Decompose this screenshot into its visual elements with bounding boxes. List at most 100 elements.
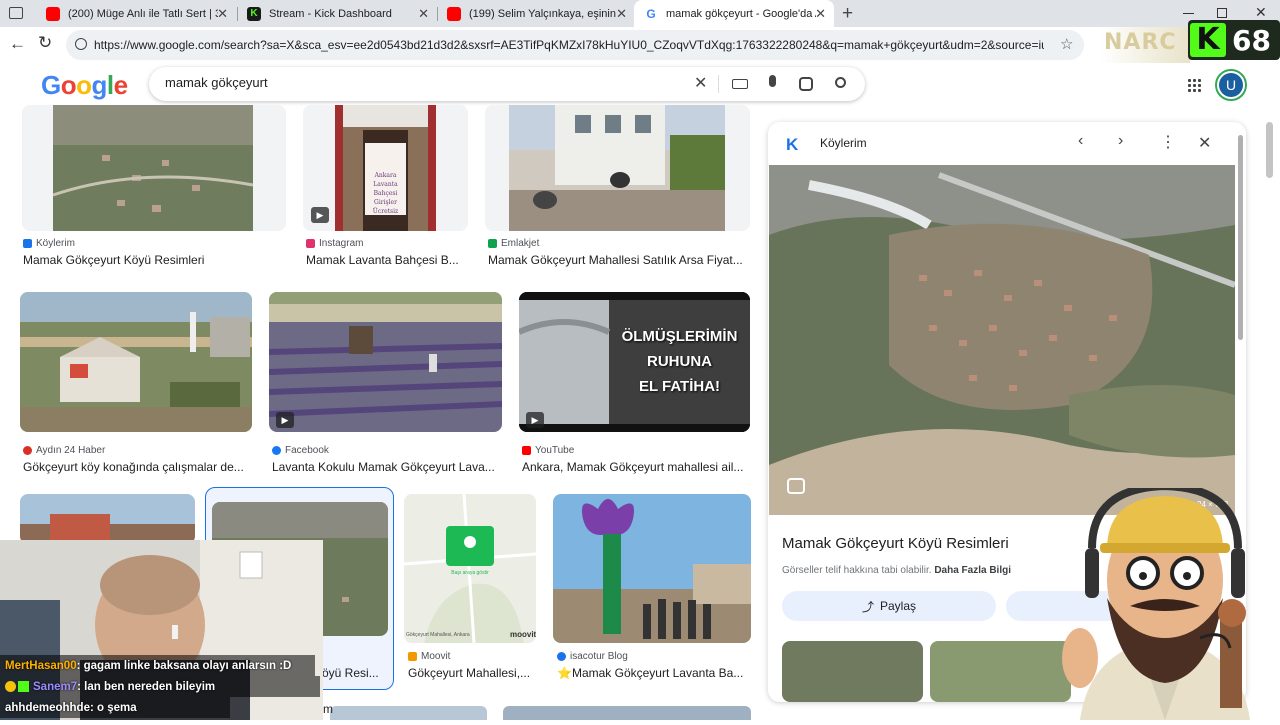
result-source[interactable]: Emlakjet <box>488 238 539 249</box>
close-tab-icon[interactable]: ✕ <box>815 6 826 22</box>
result-source[interactable]: Köylerim <box>23 238 75 249</box>
result-title[interactable]: Mamak Lavanta Bahçesi B... <box>306 253 466 267</box>
youtube-favicon-icon <box>447 6 461 21</box>
previous-icon[interactable]: ‹ <box>1078 132 1083 150</box>
play-icon: ▶ <box>276 412 294 428</box>
video-overlay-text: ÖLMÜŞLERİMİN RUHUNA EL FATİHA! <box>621 328 738 395</box>
facebook-icon <box>272 446 281 455</box>
streamer-avatar-overlay <box>1050 481 1280 720</box>
stream-chat-overlay: MertHasan00: gagam linke baksana olayı a… <box>0 655 430 718</box>
chat-message: ahhdemeohhde: o şema <box>0 697 230 718</box>
google-favicon-icon: G <box>644 6 658 21</box>
site-info-icon[interactable] <box>75 38 87 50</box>
result-title[interactable]: Lavanta Kokulu Mamak Gökçeyurt Lava... <box>272 460 500 474</box>
next-icon[interactable]: › <box>1118 132 1123 150</box>
result-title[interactable]: ⭐Mamak Gökçeyurt Lavanta Ba... <box>557 666 749 680</box>
result-image-koylerim[interactable] <box>22 105 286 231</box>
result-title[interactable]: Ankara, Mamak Gökçeyurt mahallesi ail... <box>522 460 748 474</box>
result-source[interactable]: isacotur Blog <box>557 651 628 662</box>
browser-toolbar: ← ↻ https://www.google.com/search?sa=X&s… <box>0 20 1280 63</box>
close-window-icon[interactable]: ✕ <box>1255 4 1267 21</box>
moovit-logo: moovit <box>510 630 536 639</box>
youtube-favicon-icon <box>46 6 60 21</box>
result-image-moovit[interactable]: Başı araya göstir Gökçeyurt Mahallesi, A… <box>404 494 536 643</box>
map-button-label: Başı araya göstir <box>451 570 489 576</box>
bookmark-star-icon[interactable]: ☆ <box>1060 35 1073 53</box>
map-attribution: Gökçeyurt Mahallesi, Ankara <box>406 632 470 638</box>
result-image-instagram[interactable]: Ankara Lavanta Bahçesi Girişler Ücretsiz ▶ <box>303 105 468 231</box>
chat-message: Sanem7: lan ben nereden bileyim <box>0 676 320 697</box>
play-icon: ▶ <box>311 207 329 223</box>
preview-image[interactable]: 24 × 768 <box>769 165 1235 515</box>
tab-search-icon[interactable] <box>9 7 23 19</box>
kick-logo-icon: K <box>1190 23 1226 57</box>
aydin24-icon <box>23 446 32 455</box>
new-tab-button[interactable]: + <box>842 3 853 25</box>
result-image-facebook[interactable]: ▶ <box>269 292 502 432</box>
koylerim-icon <box>23 239 32 248</box>
minimize-icon[interactable] <box>1183 13 1194 14</box>
result-image-isacotur[interactable] <box>553 494 751 643</box>
close-tab-icon[interactable]: ✕ <box>616 6 627 22</box>
reload-icon[interactable]: ↻ <box>38 33 52 53</box>
result-image-youtube[interactable]: ÖLMÜŞLERİMİN RUHUNA EL FATİHA! ▶ <box>519 292 750 432</box>
tab-google-search[interactable]: G mamak gökçeyurt - Google'da Ar ✕ <box>634 0 834 27</box>
more-options-icon[interactable]: ⋮ <box>1160 132 1176 152</box>
subscriber-badge-icon <box>5 681 16 692</box>
close-icon[interactable]: ✕ <box>1198 133 1211 153</box>
browser-tab-strip: (200) Müge Anlı ile Tatlı Sert | 3 H ✕ K… <box>0 0 1280 27</box>
clear-search-icon[interactable]: ✕ <box>694 73 707 93</box>
kick-viewer-badge: K 68 <box>1188 20 1280 60</box>
close-tab-icon[interactable]: ✕ <box>217 6 228 22</box>
chat-message: MertHasan00: gagam linke baksana olayı a… <box>0 655 315 676</box>
lens-search-icon[interactable] <box>787 478 805 494</box>
close-tab-icon[interactable]: ✕ <box>418 6 429 22</box>
emlakjet-icon <box>488 239 497 248</box>
search-input[interactable] <box>165 75 665 90</box>
url-text: https://www.google.com/search?sa=X&sca_e… <box>94 38 1044 52</box>
more-info-link[interactable]: Daha Fazla Bilgi <box>934 565 1011 576</box>
tab-kick-dashboard[interactable]: K Stream - Kick Dashboard ✕ <box>237 0 437 27</box>
sign-text: Ankara Lavanta Bahçesi Girişler Ücretsiz <box>372 172 399 215</box>
lens-icon[interactable] <box>799 77 813 91</box>
related-image[interactable] <box>782 641 923 702</box>
avatar[interactable]: U <box>1215 69 1247 101</box>
back-icon[interactable]: ← <box>9 34 26 54</box>
search-box[interactable]: ✕ <box>149 67 865 101</box>
maximize-icon[interactable] <box>1217 8 1227 18</box>
google-logo[interactable]: Google <box>41 70 128 101</box>
verified-badge-icon <box>18 681 29 692</box>
result-title[interactable]: Mamak Gökçeyurt Mahallesi Satılık Arsa F… <box>488 253 748 267</box>
panel-source[interactable]: Köylerim <box>820 136 867 150</box>
share-button[interactable]: ⤴ Paylaş <box>782 591 996 621</box>
share-icon: ⤴ <box>861 599 874 614</box>
instagram-icon <box>306 239 315 248</box>
result-source[interactable]: Facebook <box>272 445 329 456</box>
result-image-aydin24[interactable] <box>20 292 252 432</box>
result-source[interactable]: Aydın 24 Haber <box>23 445 105 456</box>
result-title[interactable]: Gökçeyurt köy konağında çalışmalar de... <box>23 460 251 474</box>
apps-grid-icon[interactable] <box>1187 78 1201 92</box>
result-title[interactable]: Mamak Gökçeyurt Köyü Resimleri <box>23 253 283 267</box>
tab-selim-yalcinkaya[interactable]: (199) Selim Yalçınkaya, eşinin ihan ✕ <box>437 0 635 27</box>
youtube-icon <box>522 446 531 455</box>
panel-title[interactable]: Mamak Gökçeyurt Köyü Resimleri <box>782 535 1009 552</box>
result-image-emlakjet[interactable] <box>485 105 750 231</box>
google-header: Google ✕ U <box>0 63 1280 105</box>
viewer-count: 68 <box>1232 23 1271 57</box>
panel-scrollbar[interactable] <box>1238 135 1243 340</box>
koylerim-logo-icon: K <box>786 135 799 154</box>
rights-notice: Görseller telif hakkına tabi olabilir. D… <box>782 565 1011 576</box>
kick-favicon-icon: K <box>247 6 261 21</box>
tab-muge-anli[interactable]: (200) Müge Anlı ile Tatlı Sert | 3 H ✕ <box>36 0 236 27</box>
result-image-village-view[interactable] <box>20 494 195 544</box>
address-bar[interactable]: https://www.google.com/search?sa=X&sca_e… <box>66 30 1084 60</box>
page-scrollbar[interactable] <box>1266 122 1273 178</box>
keyboard-icon[interactable] <box>732 79 748 89</box>
isacotur-icon <box>557 652 566 661</box>
search-icon[interactable] <box>835 77 846 88</box>
result-image-partial[interactable] <box>503 706 751 720</box>
result-source[interactable]: Instagram <box>306 238 363 249</box>
result-source[interactable]: YouTube <box>522 445 574 456</box>
microphone-icon[interactable] <box>769 75 776 87</box>
